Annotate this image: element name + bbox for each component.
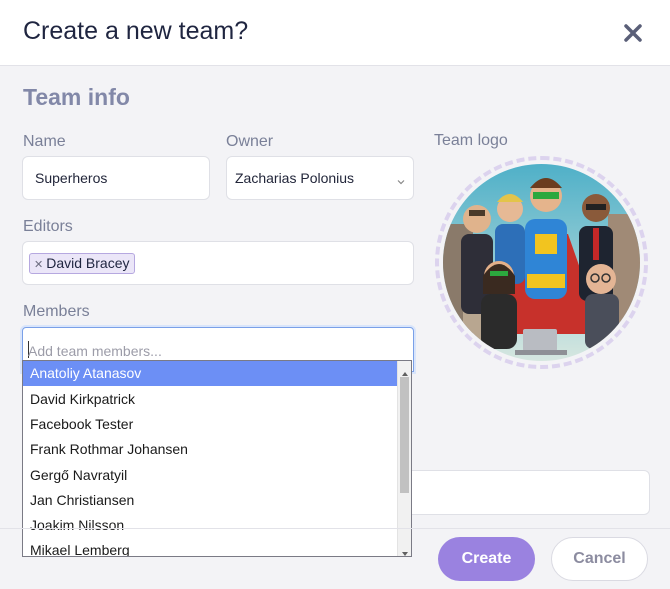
scrollbar-thumb[interactable]: [400, 377, 409, 493]
dropdown-option[interactable]: Jan Christiansen: [23, 488, 397, 513]
create-team-dialog: Create a new team? Team info Name Superh…: [0, 0, 670, 589]
owner-value: Zacharias Polonius: [235, 170, 355, 186]
dropdown-option[interactable]: Frank Rothmar Johansen: [23, 437, 397, 462]
scroll-down-icon[interactable]: [401, 545, 409, 556]
members-label: Members: [23, 303, 90, 320]
owner-select[interactable]: Zacharias Polonius: [226, 156, 414, 200]
footer-divider: [0, 528, 670, 529]
editors-input[interactable]: ✕ David Bracey: [22, 241, 414, 285]
close-icon[interactable]: [622, 22, 644, 44]
dropdown-option[interactable]: Joakim Nilsson: [23, 513, 397, 538]
name-label: Name: [23, 133, 66, 150]
dropdown-option[interactable]: Mikael Lemberg: [23, 538, 397, 556]
dropdown-option[interactable]: Gergő Navratyil: [23, 463, 397, 488]
remove-tag-icon[interactable]: ✕: [34, 259, 43, 271]
dropdown-option[interactable]: David Kirkpatrick: [23, 387, 397, 412]
create-button[interactable]: Create: [438, 537, 535, 581]
editor-tag: ✕ David Bracey: [29, 253, 136, 274]
dropdown-option[interactable]: Facebook Tester: [23, 412, 397, 437]
logo-label: Team logo: [434, 132, 508, 149]
dropdown-option[interactable]: Anatoliy Atanasov: [23, 361, 397, 386]
background-field[interactable]: [400, 470, 650, 515]
members-placeholder: Add team members...: [28, 343, 162, 359]
name-input[interactable]: Superheros: [22, 156, 210, 200]
team-logo-upload[interactable]: [435, 156, 648, 369]
dialog-title: Create a new team?: [23, 17, 249, 45]
section-title: Team info: [23, 84, 130, 110]
chevron-down-icon: [397, 173, 405, 185]
cancel-button[interactable]: Cancel: [551, 537, 648, 581]
editors-label: Editors: [23, 218, 73, 235]
dialog-header: Create a new team?: [0, 0, 670, 66]
name-value: Superheros: [35, 170, 108, 186]
editor-tag-label: David Bracey: [46, 255, 130, 271]
team-logo-image: [443, 164, 640, 361]
dropdown-scrollbar[interactable]: [397, 361, 411, 556]
owner-label: Owner: [226, 133, 274, 150]
scroll-up-icon[interactable]: [401, 365, 409, 376]
